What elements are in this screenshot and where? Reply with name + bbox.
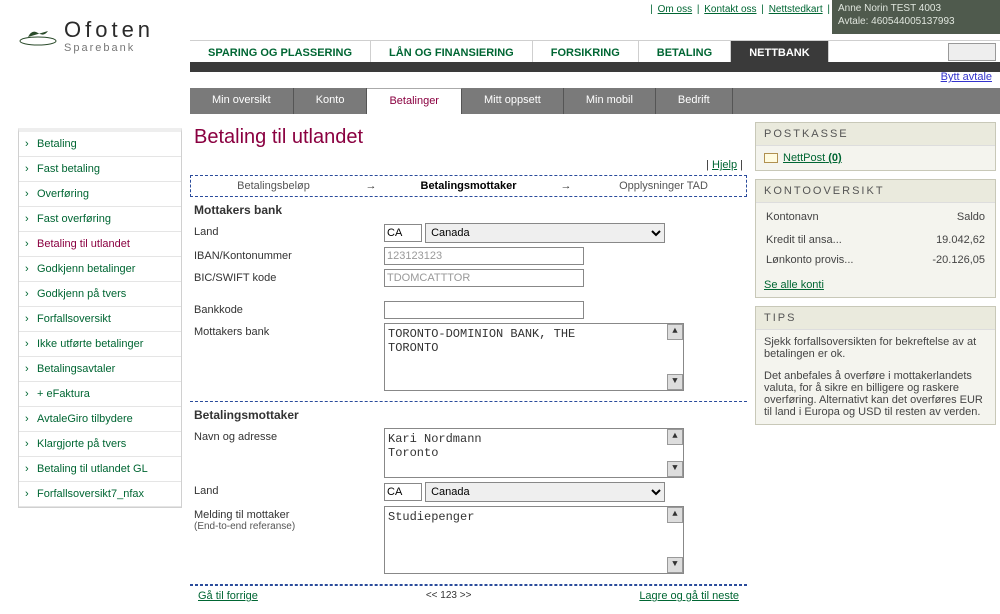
top-links: | Om oss | Kontakt oss | Nettstedkart |: [650, 4, 830, 15]
melding-textarea[interactable]: Studiepenger ▲ ▼: [384, 506, 684, 574]
menu-forfallsoversikt[interactable]: Forfallsoversikt: [37, 313, 111, 325]
land2-code-input[interactable]: [384, 483, 422, 501]
bic-input[interactable]: [384, 269, 584, 287]
iban-input[interactable]: [384, 247, 584, 265]
scroll-up-icon[interactable]: ▲: [667, 324, 683, 340]
table-row: Kredit til ansa... 19.042,62: [766, 231, 985, 249]
konto-col-name: Kontonavn: [766, 211, 901, 229]
navn-textarea[interactable]: Kari Nordmann Toronto ▲ ▼: [384, 428, 684, 478]
subtab-oppsett[interactable]: Mitt oppsett: [462, 88, 564, 114]
logo-icon: [18, 25, 58, 47]
wizard-step-3: Opplysninger TAD: [581, 180, 746, 192]
nettstedkart-link[interactable]: Nettstedkart: [769, 4, 823, 15]
avtale-label: Avtale:: [838, 16, 868, 27]
menu-betaling[interactable]: Betaling: [37, 138, 77, 150]
tab-forsikring[interactable]: FORSIKRING: [533, 41, 639, 62]
subtab-mobil[interactable]: Min mobil: [564, 88, 656, 114]
land2-select[interactable]: Canada: [425, 482, 665, 502]
avtale-number: 460544005137993: [871, 16, 954, 27]
mail-icon: [764, 153, 778, 163]
menu-betaling-utlandet-gl[interactable]: Betaling til utlandet GL: [37, 463, 148, 475]
menu-avtalegiro[interactable]: AvtaleGiro tilbydere: [37, 413, 133, 425]
arrow-icon: →: [356, 180, 386, 192]
postkasse-panel: POSTKASSE NettPost (0): [755, 122, 996, 171]
land2-label: Land: [194, 482, 384, 497]
subtab-oversikt[interactable]: Min oversikt: [190, 88, 294, 114]
scroll-up-icon[interactable]: ▲: [667, 429, 683, 445]
land-code-input[interactable]: [384, 224, 422, 242]
land-select[interactable]: Canada: [425, 223, 665, 243]
left-menu: Betaling Fast betaling Overføring Fast o…: [18, 128, 182, 508]
tips-p1: Sjekk forfallsoversikten for bekreftelse…: [764, 336, 987, 360]
table-row: Lønkonto provis... -20.126,05: [766, 251, 985, 269]
section-title-bank: Mottakers bank: [190, 199, 747, 221]
postkasse-title: POSTKASSE: [756, 123, 995, 146]
tab-betaling[interactable]: BETALING: [639, 41, 731, 62]
bankkode-label: Bankkode: [194, 301, 384, 316]
forrige-link[interactable]: Gå til forrige: [198, 590, 258, 602]
menu-klargjorte[interactable]: Klargjorte på tvers: [37, 438, 126, 450]
bic-label: BIC/SWIFT kode: [194, 269, 384, 284]
scroll-down-icon[interactable]: ▼: [667, 557, 683, 573]
logo-sub-text: Sparebank: [64, 42, 154, 54]
konto-col-saldo: Saldo: [903, 211, 985, 229]
scroll-up-icon[interactable]: ▲: [667, 507, 683, 523]
menu-ikke-utforte[interactable]: Ikke utførte betalinger: [37, 338, 143, 350]
melding-label: Melding til mottaker: [194, 509, 289, 521]
menu-fast-betaling[interactable]: Fast betaling: [37, 163, 100, 175]
tips-panel: TIPS Sjekk forfallsoversikten for bekref…: [755, 306, 996, 425]
avtale-box: Anne Norin TEST 4003 Avtale: 46054400513…: [832, 0, 1000, 34]
bankkode-input[interactable]: [384, 301, 584, 319]
iban-label: IBAN/Kontonummer: [194, 247, 384, 262]
page-title: Betaling til utlandet: [194, 126, 747, 149]
melding-sublabel: (End-to-end referanse): [194, 521, 384, 532]
tips-title: TIPS: [756, 307, 995, 330]
kontakt-oss-link[interactable]: Kontakt oss: [704, 4, 756, 15]
main-tab-bar: SPARING OG PLASSERING LÅN OG FINANSIERIN…: [190, 40, 1000, 72]
nettpost-link[interactable]: NettPost (0): [783, 152, 842, 164]
kontooversikt-panel: KONTOOVERSIKT Kontonavn Saldo Kredit til…: [755, 179, 996, 298]
neste-link[interactable]: Lagre og gå til neste: [639, 590, 739, 602]
menu-betaling-utlandet[interactable]: Betaling til utlandet: [37, 238, 130, 250]
menu-overforing[interactable]: Overføring: [37, 188, 89, 200]
tab-nettbank[interactable]: NETTBANK: [731, 41, 829, 62]
wizard-step-2: Betalingsmottaker: [386, 180, 551, 192]
bytt-avtale-link[interactable]: Bytt avtale: [941, 71, 992, 83]
subtab-konto[interactable]: Konto: [294, 88, 368, 114]
mottakersbank-label: Mottakers bank: [194, 323, 384, 338]
tab-laan[interactable]: LÅN OG FINANSIERING: [371, 41, 533, 62]
tab-sparing[interactable]: SPARING OG PLASSERING: [190, 41, 371, 62]
section-title-mottaker: Betalingsmottaker: [190, 404, 747, 426]
om-oss-link[interactable]: Om oss: [658, 4, 692, 15]
navn-label: Navn og adresse: [194, 428, 384, 443]
subtab-betalinger[interactable]: Betalinger: [367, 88, 462, 114]
hjelp-link[interactable]: Hjelp: [712, 159, 737, 171]
kontooversikt-title: KONTOOVERSIKT: [756, 180, 995, 203]
avtale-name: Anne Norin TEST 4003: [838, 3, 941, 14]
land-label: Land: [194, 223, 384, 238]
wizard-step-1: Betalingsbeløp: [191, 180, 356, 192]
menu-betalingsavtaler[interactable]: Betalingsavtaler: [37, 363, 115, 375]
pager: << 123 >>: [426, 590, 472, 602]
menu-efaktura[interactable]: + eFaktura: [37, 388, 90, 400]
menu-forfall7[interactable]: Forfallsoversikt7_nfax: [37, 488, 144, 500]
menu-godkjenn-tvers[interactable]: Godkjenn på tvers: [37, 288, 126, 300]
menu-godkjenn-betalinger[interactable]: Godkjenn betalinger: [37, 263, 135, 275]
bank-logo: Ofoten Sparebank: [18, 18, 154, 54]
tips-p2: Det anbefales å overføre i mottakerlande…: [764, 370, 987, 418]
logout-button[interactable]: [948, 43, 996, 61]
subtab-bedrift[interactable]: Bedrift: [656, 88, 733, 114]
menu-fast-overforing[interactable]: Fast overføring: [37, 213, 111, 225]
sub-tab-bar: Min oversikt Konto Betalinger Mitt oppse…: [190, 88, 1000, 114]
scroll-down-icon[interactable]: ▼: [667, 374, 683, 390]
scroll-down-icon[interactable]: ▼: [667, 461, 683, 477]
logo-main-text: Ofoten: [64, 18, 154, 42]
arrow-icon: →: [551, 180, 581, 192]
mottakersbank-textarea[interactable]: TORONTO-DOMINION BANK, THE TORONTO ▲ ▼: [384, 323, 684, 391]
wizard-steps: Betalingsbeløp → Betalingsmottaker → Opp…: [190, 175, 747, 197]
se-alle-konti-link[interactable]: Se alle konti: [764, 279, 824, 291]
